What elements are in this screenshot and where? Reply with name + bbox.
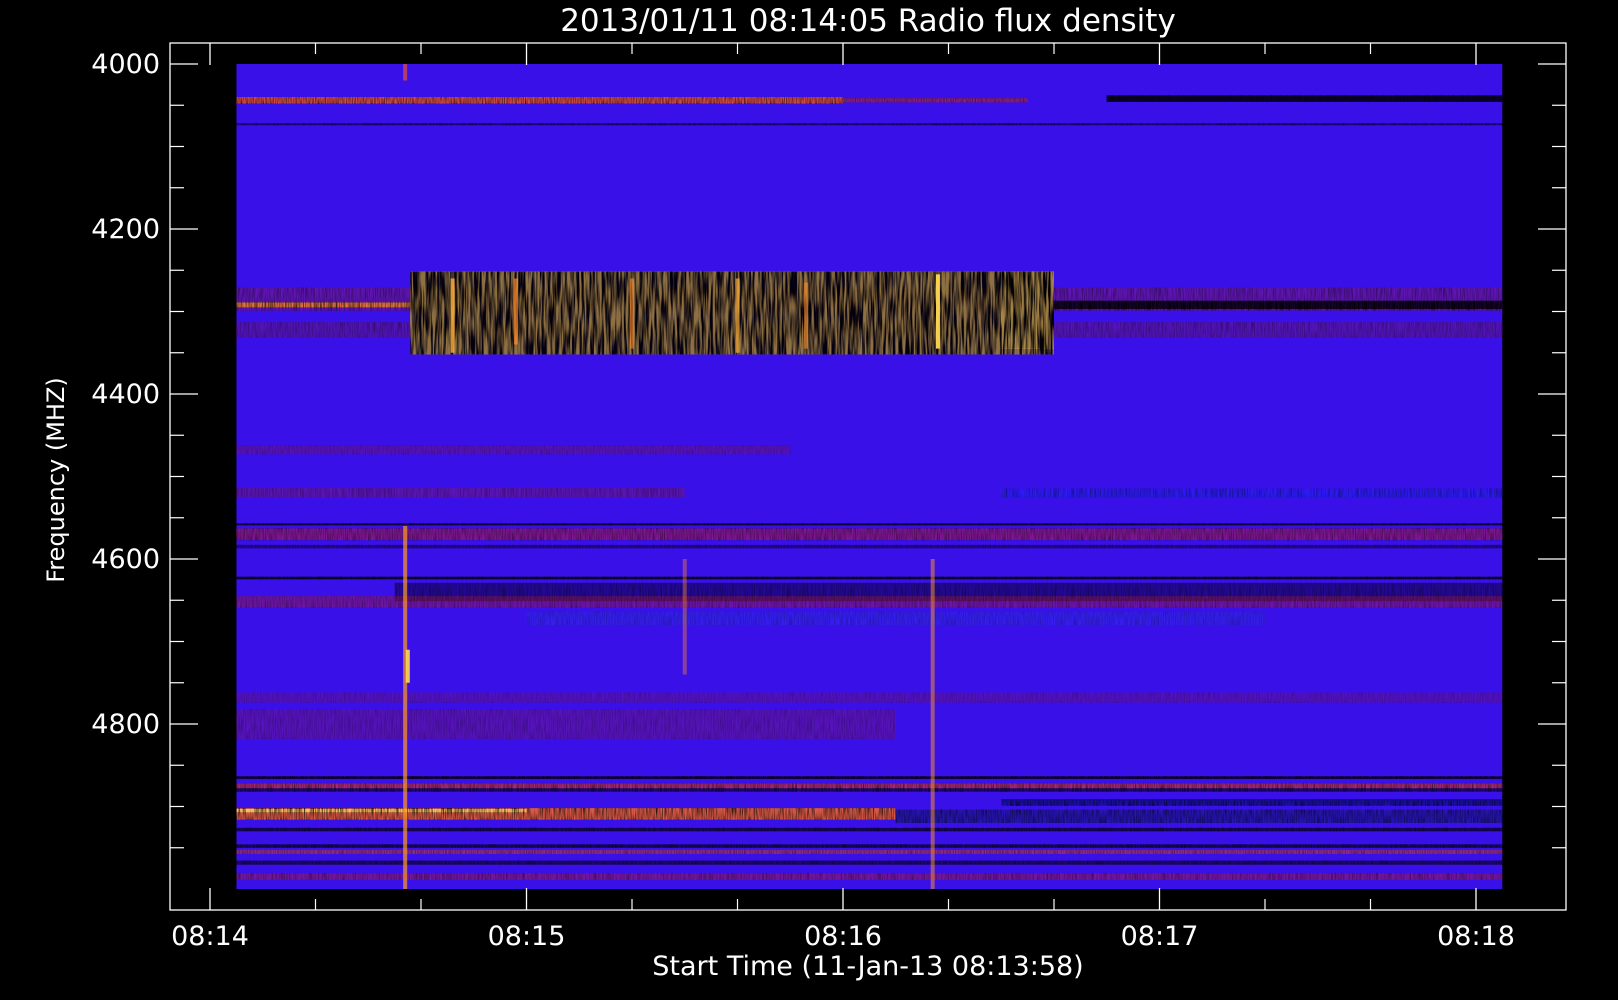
- flux-band-speckle: [236, 808, 527, 813]
- y-tick-label: 4200: [91, 214, 160, 245]
- vertical-streak: [804, 282, 809, 349]
- flux-band-speckle: [236, 788, 1503, 792]
- flux-band: [236, 783, 1503, 789]
- flux-band-speckle: [236, 849, 1503, 854]
- spectrogram-chart: 2013/01/11 08:14:05 Radio flux density 0…: [42, 3, 1567, 982]
- vertical-streak: [682, 559, 687, 675]
- flux-band: [895, 809, 1503, 823]
- vertical-streak: [630, 278, 634, 349]
- x-tick-label: 08:17: [1121, 921, 1199, 952]
- vertical-streak: [935, 274, 940, 349]
- flux-band-speckle: [236, 523, 1503, 526]
- flux-band: [1038, 300, 1503, 310]
- flux-band-speckle: [236, 97, 843, 104]
- flux-band: [236, 302, 432, 308]
- flux-band: [843, 98, 1028, 103]
- vertical-streak: [450, 278, 455, 353]
- flux-band: [236, 544, 1503, 549]
- flux-band-speckle: [236, 488, 685, 498]
- y-tick-label: 4600: [91, 544, 160, 575]
- flux-band: [236, 97, 843, 104]
- flux-band-speckle: [236, 692, 1503, 703]
- burst-emission: [410, 271, 1054, 355]
- flux-band-speckle: [236, 445, 791, 455]
- flux-band: [236, 528, 1503, 541]
- flux-band: [236, 844, 1503, 848]
- vertical-streak: [930, 559, 935, 889]
- flux-band-speckle: [236, 873, 1503, 880]
- flux-band-speckle: [236, 783, 1503, 789]
- flux-band: [236, 576, 1503, 580]
- x-tick-label: 08:15: [488, 921, 566, 952]
- flux-band: [236, 873, 1503, 880]
- flux-band-speckle: [1001, 799, 1503, 806]
- y-tick-label: 4000: [91, 49, 160, 80]
- flux-band-speckle: [1001, 488, 1503, 498]
- flux-band: [236, 692, 1503, 703]
- flux-band: [1001, 488, 1503, 498]
- x-tick-label: 08:16: [804, 921, 882, 952]
- flux-band: [236, 808, 527, 813]
- flux-band: [236, 776, 1503, 779]
- vertical-streak: [403, 526, 408, 889]
- flux-band-speckle: [236, 123, 1503, 126]
- flux-band-speckle: [236, 844, 1503, 848]
- burst-emission: [1001, 271, 1054, 349]
- flux-band-speckle: [1106, 95, 1503, 102]
- flux-band-speckle: [526, 611, 1265, 625]
- y-tick-label: 4800: [91, 709, 160, 740]
- flux-band-speckle: [1038, 300, 1503, 310]
- y-axis-label: Frequency (MHZ): [42, 377, 70, 583]
- x-axis-label: Start Time (11-Jan-13 08:13:58): [652, 951, 1083, 982]
- flux-band: [236, 123, 1503, 126]
- flux-band: [1106, 95, 1503, 102]
- flux-band: [236, 849, 1503, 854]
- flux-band-speckle: [236, 596, 1503, 608]
- flux-band-speckle: [843, 98, 1028, 103]
- flux-band-speckle: [236, 776, 1503, 779]
- flux-band-speckle: [236, 827, 1503, 832]
- vertical-streak: [513, 278, 518, 345]
- vertical-streak: [735, 278, 740, 353]
- flux-band-speckle: [236, 528, 1503, 541]
- flux-band-speckle: [236, 860, 1503, 865]
- flux-band: [526, 611, 1265, 625]
- vertical-streak: [405, 649, 410, 683]
- x-tick-label: 08:18: [1437, 921, 1515, 952]
- flux-band-speckle: [895, 809, 1503, 823]
- flux-band: [236, 488, 685, 498]
- flux-band: [1001, 799, 1503, 806]
- flux-band: [236, 596, 1503, 608]
- flux-band: [236, 860, 1503, 865]
- heatmap-area: [236, 64, 1503, 889]
- flux-band: [236, 523, 1503, 526]
- x-tick-label: 08:14: [171, 921, 249, 952]
- flux-band-speckle: [236, 544, 1503, 549]
- heatmap-background: [236, 64, 1503, 889]
- flux-band-speckle: [236, 576, 1503, 580]
- flux-band: [236, 709, 896, 739]
- flux-band: [236, 827, 1503, 832]
- vertical-streak: [403, 64, 408, 81]
- flux-band: [236, 788, 1503, 792]
- flux-band-speckle: [236, 709, 896, 739]
- y-tick-label: 4400: [91, 379, 160, 410]
- chart-title: 2013/01/11 08:14:05 Radio flux density: [560, 3, 1176, 39]
- flux-band: [236, 445, 791, 455]
- flux-band-speckle: [236, 302, 432, 308]
